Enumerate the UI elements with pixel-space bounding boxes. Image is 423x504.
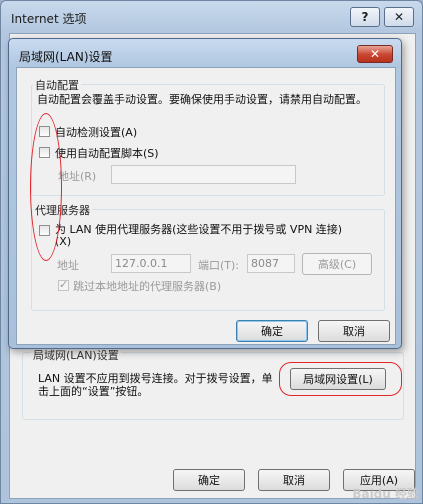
- proxy-address-input[interactable]: 127.0.0.1: [111, 254, 191, 273]
- script-address-input[interactable]: [111, 165, 296, 184]
- close-icon: ✕: [369, 47, 381, 61]
- outer-cancel-button[interactable]: 取消: [258, 469, 330, 491]
- lan-description: LAN 设置不应用到拨号连接。对于拨号设置，单击上面的“设置”按钮。: [38, 372, 273, 398]
- dialog-cancel-button[interactable]: 取消: [318, 320, 390, 342]
- help-button[interactable]: ?: [350, 7, 380, 27]
- window-title: Internet 选项: [11, 12, 87, 26]
- dialog-ok-label: 确定: [261, 325, 283, 338]
- help-icon: ?: [361, 10, 369, 24]
- bypass-local-checkbox[interactable]: [58, 278, 69, 291]
- dialog-body: 自动配置 自动配置会覆盖手动设置。要确保使用手动设置，请禁用自动配置。 自动检测…: [16, 67, 396, 345]
- auto-config-description: 自动配置会覆盖手动设置。要确保使用手动设置，请禁用自动配置。: [37, 93, 367, 106]
- advanced-button[interactable]: 高级(C): [302, 253, 372, 275]
- window-close-button[interactable]: ✕: [384, 7, 414, 27]
- baidu-watermark: Baidu 经验: [352, 487, 419, 501]
- bypass-local-label[interactable]: 跳过本地地址的代理服务器(B): [73, 278, 221, 294]
- auto-config-group-label: 自动配置: [33, 77, 81, 93]
- close-icon: ✕: [393, 10, 405, 24]
- lan-settings-dialog: 局域网(LAN)设置 ✕ 自动配置 自动配置会覆盖手动设置。要确保使用手动设置，…: [8, 38, 402, 349]
- outer-ok-label: 确定: [198, 474, 220, 487]
- auto-detect-label[interactable]: 自动检测设置(A): [55, 124, 137, 140]
- annotation-lan-button-ring: [279, 362, 402, 396]
- dialog-ok-button[interactable]: 确定: [236, 320, 308, 342]
- proxy-address-label: 地址: [57, 259, 79, 272]
- outer-ok-button[interactable]: 确定: [173, 469, 245, 491]
- proxy-port-input[interactable]: 8087: [247, 254, 295, 273]
- use-script-label[interactable]: 使用自动配置脚本(S): [55, 145, 159, 161]
- advanced-button-label: 高级(C): [317, 258, 357, 271]
- proxy-port-label: 端口(T):: [198, 259, 240, 272]
- outer-cancel-label: 取消: [283, 474, 305, 487]
- lan-group-label: 局域网(LAN)设置: [31, 347, 121, 363]
- script-address-label: 地址(R): [58, 170, 97, 183]
- dialog-cancel-label: 取消: [343, 325, 365, 338]
- dialog-title: 局域网(LAN)设置: [19, 50, 113, 64]
- dialog-close-button[interactable]: ✕: [357, 45, 393, 63]
- use-proxy-label-line1[interactable]: 为 LAN 使用代理服务器(这些设置不用于拨号或 VPN 连接): [55, 221, 342, 237]
- annotation-checkbox-ring: [30, 113, 62, 261]
